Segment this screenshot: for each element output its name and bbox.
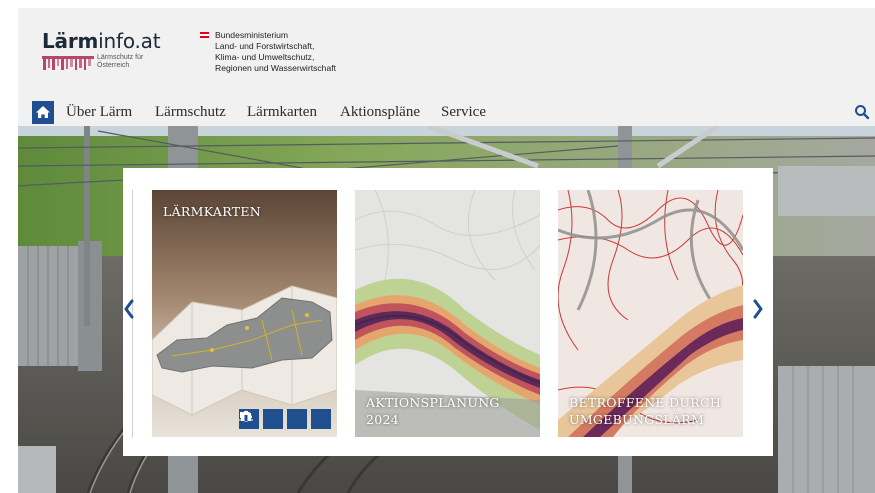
nav-item-service[interactable]: Service [441, 104, 486, 121]
austria-flag-icon [200, 32, 209, 38]
nav-item-laermschutz[interactable]: Lärmschutz [155, 104, 226, 121]
card-subtitle: 2024 [366, 412, 400, 427]
nav-item-ueber-laerm[interactable]: Über Lärm [66, 104, 132, 121]
chevron-right-icon [753, 299, 763, 319]
main-navigation: Über Lärm Lärmschutz Lärmkarten Aktionsp… [32, 101, 875, 124]
laerminfo-logo[interactable]: Lärminfo.at Lärmschutz für Österreich [42, 29, 172, 73]
card-betroffene[interactable]: BETROFFENE DURCH UMGEBUNGSLÄRM [558, 190, 743, 437]
austria-map-image [152, 190, 337, 437]
card-title: LÄRMKARTEN [163, 204, 261, 219]
home-button[interactable] [32, 101, 54, 124]
logo-tagline: Lärmschutz für Österreich [97, 54, 144, 69]
card-aktionsplanung[interactable]: AKTIONSPLANUNG 2024 [355, 190, 540, 437]
factory-icon[interactable] [241, 409, 331, 429]
slider-next-button[interactable] [751, 296, 765, 322]
home-icon [36, 106, 50, 118]
chevron-left-icon [124, 299, 134, 319]
card-subtitle: UMGEBUNGSLÄRM [569, 412, 705, 427]
nav-item-aktionsplaene[interactable]: Aktionspläne [340, 104, 420, 121]
ministry-name: Bundesministerium Land- und Forstwirtsch… [215, 30, 337, 73]
teaser-slider: LÄRMKARTEN AKTIONSPLANUNG 2024 BETROFFEN… [123, 168, 773, 456]
search-button[interactable] [853, 103, 871, 121]
card-laermkarten[interactable]: LÄRMKARTEN [152, 190, 337, 437]
logo-bars-icon [42, 56, 94, 70]
card-title: BETROFFENE DURCH [569, 395, 722, 410]
search-icon [855, 105, 870, 120]
card-title: AKTIONSPLANUNG [366, 395, 500, 410]
nav-item-laermkarten[interactable]: Lärmkarten [247, 104, 317, 121]
logo-wordmark: Lärminfo.at [42, 29, 161, 53]
page: Lärminfo.at Lärmschutz für Österreich Bu… [18, 8, 875, 493]
slider-prev-button[interactable] [122, 296, 136, 322]
noise-source-icons [239, 409, 331, 429]
airplane-icon[interactable] [240, 409, 307, 429]
train-icon[interactable] [239, 409, 283, 429]
